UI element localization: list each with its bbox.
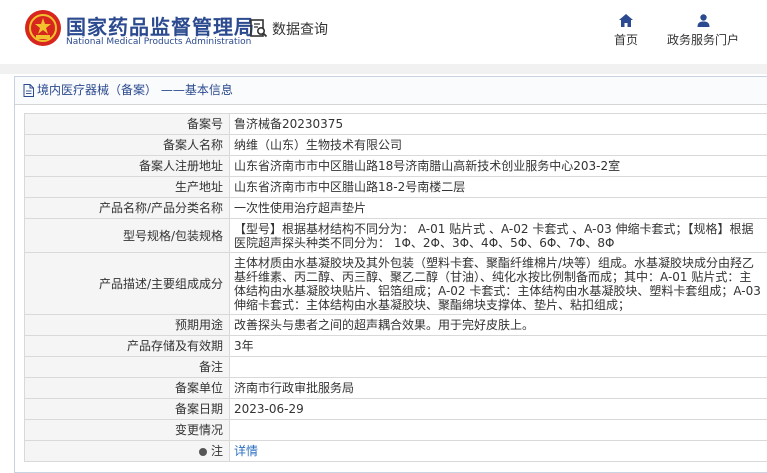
- field-value: 山东省济南市市中区腊山路18-2号南楼二层: [230, 177, 767, 198]
- note-label-cell: 注: [25, 441, 230, 462]
- table-row: 备案号 鲁济械备20230375: [25, 114, 767, 135]
- table-row: 变更情况: [25, 420, 767, 441]
- details-link[interactable]: 详情: [230, 441, 767, 462]
- header-divider: [0, 64, 767, 74]
- panel-title: 境内医疗器械（备案） ——基本信息: [15, 77, 767, 105]
- field-value: 改善探头与患者之间的超声耦合效果。用于完好皮肤上。: [230, 315, 767, 336]
- data-query-label: 数据查询: [272, 19, 328, 39]
- user-icon: [697, 14, 710, 27]
- nav-portal-label: 政务服务门户: [667, 33, 739, 47]
- field-value: [230, 357, 767, 378]
- field-label: 备案单位: [25, 378, 230, 399]
- table-row: 备案人注册地址 山东省济南市市中区腊山路18号济南腊山高新技术创业服务中心203…: [25, 156, 767, 177]
- table-row: 预期用途 改善探头与患者之间的超声耦合效果。用于完好皮肤上。: [25, 315, 767, 336]
- nav-home[interactable]: 首页: [605, 14, 647, 48]
- field-label: 产品存储及有效期: [25, 336, 230, 357]
- site-header: 国家药品监督管理局 National Medical Products Admi…: [0, 0, 767, 64]
- panel-title-text: 境内医疗器械（备案） ——基本信息: [37, 77, 233, 104]
- table-row: 备案单位 济南市行政审批服务局: [25, 378, 767, 399]
- table-row: 生产地址 山东省济南市市中区腊山路18-2号南楼二层: [25, 177, 767, 198]
- table-row: 备注: [25, 357, 767, 378]
- dot-icon: [199, 448, 207, 456]
- national-emblem-icon: [24, 9, 62, 47]
- field-label: 变更情况: [25, 420, 230, 441]
- field-value: 一次性使用治疗超声垫片: [230, 198, 767, 219]
- field-value: [230, 420, 767, 441]
- table-row: 备案人名称 纳维（山东）生物技术有限公司: [25, 135, 767, 156]
- field-label: 型号规格/包装规格: [25, 219, 230, 253]
- field-label: 预期用途: [25, 315, 230, 336]
- field-label: 备案号: [25, 114, 230, 135]
- field-value: 鲁济械备20230375: [230, 114, 767, 135]
- document-icon: [23, 84, 34, 97]
- table-row: 备案日期 2023-06-29: [25, 399, 767, 420]
- field-label: 产品名称/产品分类名称: [25, 198, 230, 219]
- record-table: 备案号 鲁济械备20230375 备案人名称 纳维（山东）生物技术有限公司 备案…: [24, 113, 767, 462]
- field-label: 备案人名称: [25, 135, 230, 156]
- detail-panel: 境内医疗器械（备案） ——基本信息 备案号 鲁济械备20230375 备案人名称…: [14, 76, 767, 473]
- field-label: 备案日期: [25, 399, 230, 420]
- table-row: 注 详情: [25, 441, 767, 462]
- field-value: 济南市行政审批服务局: [230, 378, 767, 399]
- field-value: 山东省济南市市中区腊山路18号济南腊山高新技术创业服务中心203-2室: [230, 156, 767, 177]
- table-row: 产品名称/产品分类名称 一次性使用治疗超声垫片: [25, 198, 767, 219]
- table-row: 产品描述/主要组成成分 主体材质由水基凝胶块及其外包装（塑料卡套、聚酯纤维棉片/…: [25, 253, 767, 315]
- site-name-en[interactable]: National Medical Products Administration: [66, 37, 251, 47]
- site-name[interactable]: 国家药品监督管理局: [66, 11, 255, 40]
- field-label: 备注: [25, 357, 230, 378]
- home-icon: [619, 14, 633, 27]
- field-label: 备案人注册地址: [25, 156, 230, 177]
- field-value: 纳维（山东）生物技术有限公司: [230, 135, 767, 156]
- field-label: 注: [211, 444, 223, 458]
- data-query-link[interactable]: 数据查询: [250, 18, 328, 40]
- field-value: 3年: [230, 336, 767, 357]
- field-value: 2023-06-29: [230, 399, 767, 420]
- field-value: 【型号】根据基材结构不同分为： A-01 贴片式 、A-02 卡套式 、A-03…: [230, 219, 767, 253]
- field-label: 产品描述/主要组成成分: [25, 253, 230, 315]
- document-search-icon: [250, 19, 268, 39]
- field-value: 主体材质由水基凝胶块及其外包装（塑料卡套、聚酯纤维棉片/块等）组成。水基凝胶块成…: [230, 253, 767, 315]
- nav-service-portal[interactable]: 政务服务门户: [662, 14, 744, 48]
- table-row: 产品存储及有效期 3年: [25, 336, 767, 357]
- table-row: 型号规格/包装规格 【型号】根据基材结构不同分为： A-01 贴片式 、A-02…: [25, 219, 767, 253]
- nav-home-label: 首页: [614, 33, 638, 47]
- field-label: 生产地址: [25, 177, 230, 198]
